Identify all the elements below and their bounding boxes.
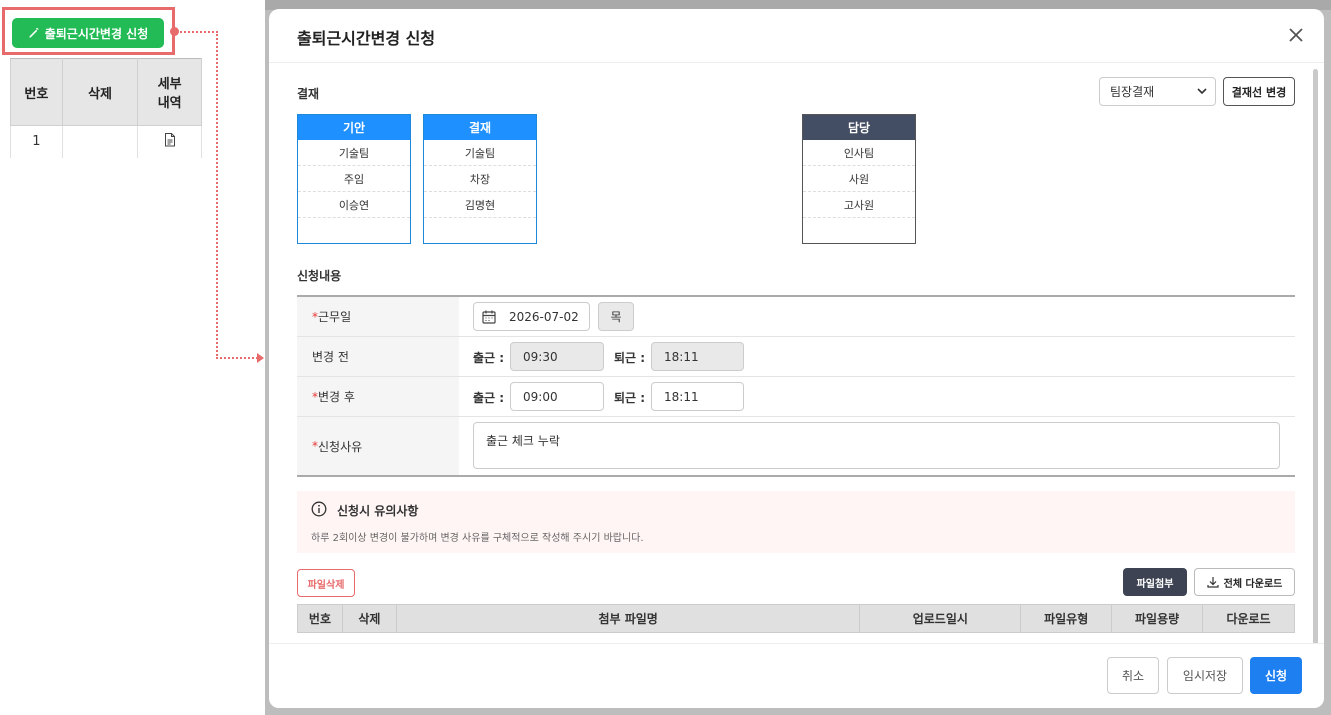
approval-section-label: 결재 (297, 87, 320, 101)
reason-textarea[interactable]: 출근 체크 누락 (473, 422, 1280, 469)
request-list-table: 번호 삭제 세부 내역 1 (10, 58, 202, 158)
column-header-no: 번호 (10, 58, 63, 126)
notice-title: 신청시 유의사항 (337, 504, 419, 518)
column-header-delete: 삭제 (61, 58, 139, 126)
launcher-highlight-frame: 출퇴근시간변경 신청 (2, 7, 175, 55)
download-icon (1207, 577, 1219, 588)
approval-name: 이승연 (298, 192, 410, 218)
close-icon[interactable] (1286, 25, 1306, 45)
modal-scrollbar[interactable] (1313, 69, 1318, 649)
info-icon (311, 501, 327, 517)
content-section-label: 신청내용 (297, 269, 342, 283)
before-in-label: 출근 : (473, 351, 505, 365)
notice-box: 신청시 유의사항 하루 2회이상 변경이 불가하며 변경 사유를 구체적으로 작… (297, 491, 1295, 553)
file-header-type: 파일유형 (1020, 604, 1113, 633)
connector-arrow (257, 353, 264, 363)
file-header-no: 번호 (297, 604, 343, 633)
chevron-down-icon (1197, 88, 1207, 95)
before-in-field: 09:30 (510, 342, 604, 371)
approval-box-approve: 결재 기술팀 차장 김명현 (423, 114, 537, 244)
modal-footer: 취소 임시저장 신청 (269, 643, 1324, 708)
work-date-picker[interactable]: 2026-07-02 (473, 302, 590, 331)
work-date-label: * 근무일 (297, 297, 459, 336)
work-date-value: 2026-07-02 (509, 309, 579, 324)
open-time-change-button[interactable]: 출퇴근시간변경 신청 (12, 18, 164, 48)
change-approval-line-button[interactable]: 결재선 변경 (1223, 77, 1295, 106)
temp-save-button[interactable]: 임시저장 (1167, 657, 1243, 694)
after-out-input[interactable]: 18:11 (651, 382, 744, 411)
connector-line (216, 31, 218, 359)
delete-file-button[interactable]: 파일삭제 (297, 569, 355, 597)
row-detail-cell[interactable] (137, 125, 202, 158)
approval-line-selected: 팀장결재 (1110, 85, 1155, 99)
file-header-name: 첨부 파일명 (395, 604, 861, 633)
column-header-detail-line2: 내역 (157, 96, 182, 111)
submit-button[interactable]: 신청 (1250, 657, 1302, 694)
approval-box-head: 기안 (298, 115, 410, 140)
column-header-detail-line1: 세부 (157, 77, 182, 92)
modal-header: 출퇴근시간변경 신청 (269, 9, 1324, 63)
launcher-area: 출퇴근시간변경 신청 번호 삭제 세부 내역 1 (0, 0, 265, 715)
time-change-modal: 출퇴근시간변경 신청 결재 팀장결재 결재선 변경 기안 기술팀 주임 이승연 … (269, 9, 1324, 708)
file-header-download: 다운로드 (1202, 604, 1295, 633)
attach-file-button[interactable]: 파일첨부 (1123, 568, 1187, 596)
approval-rank: 주임 (298, 166, 410, 192)
approval-rank: 사원 (803, 166, 915, 192)
approval-name: 고사원 (803, 192, 915, 218)
approval-box-handler: 담당 인사팀 사원 고사원 (802, 114, 916, 244)
weekday-field: 목 (598, 302, 634, 331)
before-out-label: 퇴근 : (614, 351, 646, 365)
file-header-delete: 삭제 (341, 604, 397, 633)
document-icon[interactable] (164, 132, 176, 147)
row-number: 1 (10, 125, 63, 158)
form-row-work-date: * 근무일 2026-07-02 목 (297, 297, 1295, 337)
reason-label: * 신청사유 (297, 417, 459, 475)
attachment-table: 번호 삭제 첨부 파일명 업로드일시 파일유형 파일용량 다운로드 (297, 604, 1295, 633)
after-label: * 변경 후 (297, 377, 459, 416)
approval-line-select[interactable]: 팀장결재 (1099, 77, 1216, 106)
notice-text: 하루 2회이상 변경이 불가하며 변경 사유를 구체적으로 작성해 주시기 바랍… (311, 533, 644, 544)
form-row-reason: * 신청사유 출근 체크 누락 (297, 417, 1295, 475)
calendar-icon[interactable] (482, 310, 496, 324)
before-label: 변경 전 (297, 337, 459, 376)
download-all-button[interactable]: 전체 다운로드 (1194, 568, 1295, 596)
approval-box-head: 결재 (424, 115, 536, 140)
row-delete-cell (61, 125, 139, 158)
column-header-detail: 세부 내역 (137, 58, 202, 126)
approval-dept: 기술팀 (298, 140, 410, 166)
download-all-label: 전체 다운로드 (1223, 578, 1283, 590)
approval-name: 김명현 (424, 192, 536, 218)
request-form: * 근무일 2026-07-02 목 변경 전 출근 : 09:30 퇴근 : 1… (297, 295, 1295, 477)
file-header-size: 파일용량 (1111, 604, 1204, 633)
form-row-before: 변경 전 출근 : 09:30 퇴근 : 18:11 (297, 337, 1295, 377)
open-time-change-button-label: 출퇴근시간변경 신청 (44, 26, 149, 41)
approval-box-head: 담당 (803, 115, 915, 140)
form-row-after: * 변경 후 출근 : 09:00 퇴근 : 18:11 (297, 377, 1295, 417)
connector-line (175, 31, 218, 33)
modal-title: 출퇴근시간변경 신청 (297, 29, 436, 48)
approval-dept: 기술팀 (424, 140, 536, 166)
connector-line (216, 357, 258, 359)
approval-box-draft: 기안 기술팀 주임 이승연 (297, 114, 411, 244)
after-in-input[interactable]: 09:00 (510, 382, 604, 411)
pencil-icon (29, 27, 39, 38)
after-out-label: 퇴근 : (614, 391, 646, 405)
cancel-button[interactable]: 취소 (1107, 657, 1159, 694)
after-in-label: 출근 : (473, 391, 505, 405)
approval-rank: 차장 (424, 166, 536, 192)
before-out-field: 18:11 (651, 342, 744, 371)
table-row: 1 (10, 125, 202, 158)
file-header-uploaded: 업로드일시 (859, 604, 1022, 633)
approval-dept: 인사팀 (803, 140, 915, 166)
